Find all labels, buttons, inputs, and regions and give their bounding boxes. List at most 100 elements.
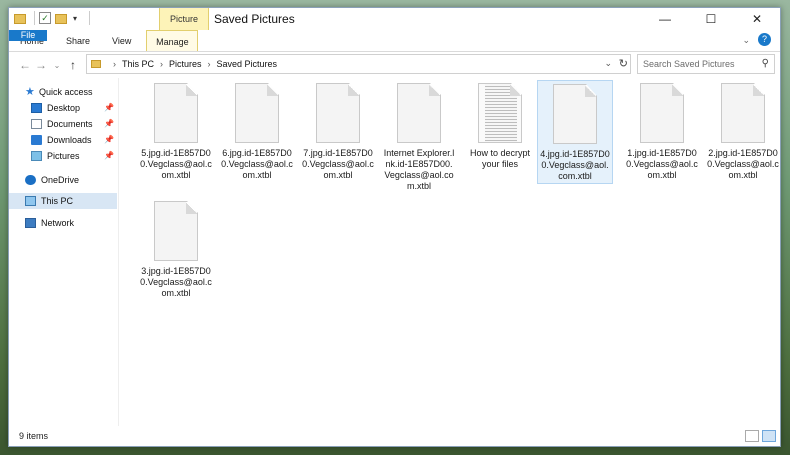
file-icon	[154, 201, 198, 261]
file-icon	[640, 83, 684, 143]
sidebar-item-onedrive[interactable]: OneDrive	[9, 172, 117, 188]
sidebar-item-this-pc[interactable]: This PC	[9, 193, 117, 209]
sidebar-item-label: OneDrive	[41, 175, 80, 185]
sidebar-item-quick-access[interactable]: ★ Quick access	[9, 84, 117, 100]
chevron-right-icon[interactable]: ›	[160, 59, 163, 69]
file-icon	[316, 83, 360, 143]
sidebar-item-label: Quick access	[39, 87, 93, 97]
file-item[interactable]: 1.jpg.id-1E857D00.Vegclass@aol.com.xtbl	[624, 80, 700, 181]
file-icon	[553, 84, 597, 144]
address-bar[interactable]: › This PC › Pictures › Saved Pictures ⌄ …	[86, 54, 631, 74]
title-bar: ✓ ▾ Picture Tools Saved Pictures — ☐ ✕	[9, 8, 780, 46]
file-name: 3.jpg.id-1E857D00.Vegclass@aol.com.xtbl	[140, 266, 212, 298]
file-item[interactable]: 5.jpg.id-1E857D00.Vegclass@aol.com.xtbl	[138, 80, 214, 181]
minimize-button[interactable]: —	[642, 8, 688, 30]
recent-locations-icon[interactable]: ⌄	[49, 61, 65, 70]
sidebar-item-label: Documents	[47, 119, 93, 129]
file-name: 7.jpg.id-1E857D00.Vegclass@aol.com.xtbl	[302, 148, 374, 180]
pin-icon: 📌	[104, 135, 114, 144]
pin-icon: 📌	[104, 151, 114, 160]
up-arrow-icon[interactable]: ↑	[65, 58, 81, 72]
file-explorer-window: ✓ ▾ Picture Tools Saved Pictures — ☐ ✕ F…	[8, 7, 781, 447]
search-placeholder: Search Saved Pictures	[643, 59, 735, 69]
folder-icon	[91, 60, 101, 68]
large-icons-view-icon[interactable]	[762, 430, 776, 442]
this-pc-icon	[25, 196, 36, 206]
details-view-icon[interactable]	[745, 430, 759, 442]
sidebar-item-network[interactable]: Network	[9, 215, 117, 231]
file-item[interactable]: 7.jpg.id-1E857D00.Vegclass@aol.com.xtbl	[300, 80, 376, 181]
tab-manage[interactable]: Manage	[146, 30, 199, 51]
properties-icon[interactable]: ✓	[39, 12, 51, 24]
file-name: 4.jpg.id-1E857D00.Vegclass@aol.com.xtbl	[540, 149, 610, 181]
tab-file[interactable]: File	[9, 30, 47, 41]
forward-arrow-icon[interactable]: →	[33, 58, 49, 72]
folder-icon[interactable]	[14, 14, 26, 24]
sidebar-item-pictures[interactable]: Pictures 📌	[9, 148, 117, 164]
chevron-right-icon[interactable]: ›	[113, 59, 116, 69]
file-name: How to decrypt your files	[469, 148, 531, 169]
file-item[interactable]: 2.jpg.id-1E857D00.Vegclass@aol.com.xtbl	[705, 80, 781, 181]
customize-toolbar-icon[interactable]: ▾	[73, 14, 81, 23]
documents-icon	[31, 119, 42, 129]
pictures-icon	[31, 151, 42, 161]
tab-share[interactable]: Share	[55, 30, 101, 51]
new-folder-icon[interactable]	[55, 14, 67, 24]
sidebar-item-desktop[interactable]: Desktop 📌	[9, 100, 117, 116]
item-count: 9 items	[19, 431, 49, 441]
onedrive-icon	[25, 175, 36, 185]
network-icon	[25, 218, 36, 228]
navigation-bar: ← → ⌄ ↑ › This PC › Pictures › Saved Pic…	[9, 53, 780, 77]
file-item[interactable]: 6.jpg.id-1E857D00.Vegclass@aol.com.xtbl	[219, 80, 295, 181]
file-name: 5.jpg.id-1E857D00.Vegclass@aol.com.xtbl	[140, 148, 212, 180]
close-button[interactable]: ✕	[734, 8, 780, 30]
desktop-icon	[31, 103, 42, 113]
file-item[interactable]: Internet Explorer.lnk.id-1E857D00.Vegcla…	[381, 80, 457, 192]
breadcrumb-pictures[interactable]: Pictures	[169, 59, 202, 69]
file-list: 5.jpg.id-1E857D00.Vegclass@aol.com.xtbl …	[120, 78, 780, 426]
sidebar-item-downloads[interactable]: Downloads 📌	[9, 132, 117, 148]
file-name: 1.jpg.id-1E857D00.Vegclass@aol.com.xtbl	[626, 148, 698, 180]
chevron-right-icon[interactable]: ›	[208, 59, 211, 69]
star-icon: ★	[25, 86, 35, 98]
maximize-button[interactable]: ☐	[688, 8, 734, 30]
file-item[interactable]: 3.jpg.id-1E857D00.Vegclass@aol.com.xtbl	[138, 198, 214, 299]
expand-ribbon-icon[interactable]: ⌄	[742, 35, 750, 46]
window-title: Saved Pictures	[214, 12, 295, 26]
breadcrumb-saved-pictures[interactable]: Saved Pictures	[217, 59, 278, 69]
file-item[interactable]: How to decrypt your files	[462, 80, 538, 170]
search-input[interactable]: Search Saved Pictures ⚲	[637, 54, 775, 74]
sidebar-item-label: Desktop	[47, 103, 81, 113]
tab-view[interactable]: View	[101, 30, 142, 51]
quick-access-toolbar: ✓ ▾	[14, 11, 90, 25]
breadcrumb-this-pc[interactable]: This PC	[122, 59, 154, 69]
file-icon	[154, 83, 198, 143]
window-controls: — ☐ ✕	[642, 8, 780, 30]
toolbar-divider	[34, 11, 35, 25]
file-icon	[235, 83, 279, 143]
toolbar-divider	[89, 11, 90, 25]
sidebar-item-label: Pictures	[47, 151, 80, 161]
contextual-tab-label: Picture Tools	[159, 8, 209, 46]
pin-icon: 📌	[104, 119, 114, 128]
refresh-icon[interactable]: ↻	[619, 57, 628, 70]
sidebar-item-label: Network	[41, 218, 75, 228]
downloads-icon	[31, 135, 42, 145]
file-icon	[397, 83, 441, 143]
help-icon[interactable]: ?	[758, 33, 771, 46]
back-arrow-icon[interactable]: ←	[17, 58, 33, 72]
file-name: 2.jpg.id-1E857D00.Vegclass@aol.com.xtbl	[707, 148, 779, 180]
status-bar: 9 items	[9, 426, 780, 447]
view-switcher	[745, 430, 776, 442]
file-icon	[721, 83, 765, 143]
sidebar-item-label: This PC	[41, 196, 74, 206]
maximize-icon: ☐	[705, 12, 717, 26]
sidebar-item-documents[interactable]: Documents 📌	[9, 116, 117, 132]
file-name: 6.jpg.id-1E857D00.Vegclass@aol.com.xtbl	[221, 148, 293, 180]
navigation-pane: ★ Quick access Desktop 📌 Documents 📌 Dow…	[9, 78, 119, 426]
chevron-down-icon[interactable]: ⌄	[604, 58, 612, 69]
file-name: Internet Explorer.lnk.id-1E857D00.Vegcla…	[383, 148, 455, 191]
sidebar-item-label: Downloads	[47, 135, 92, 145]
text-file-icon	[478, 83, 522, 143]
file-item-selected[interactable]: 4.jpg.id-1E857D00.Vegclass@aol.com.xtbl	[537, 80, 613, 184]
